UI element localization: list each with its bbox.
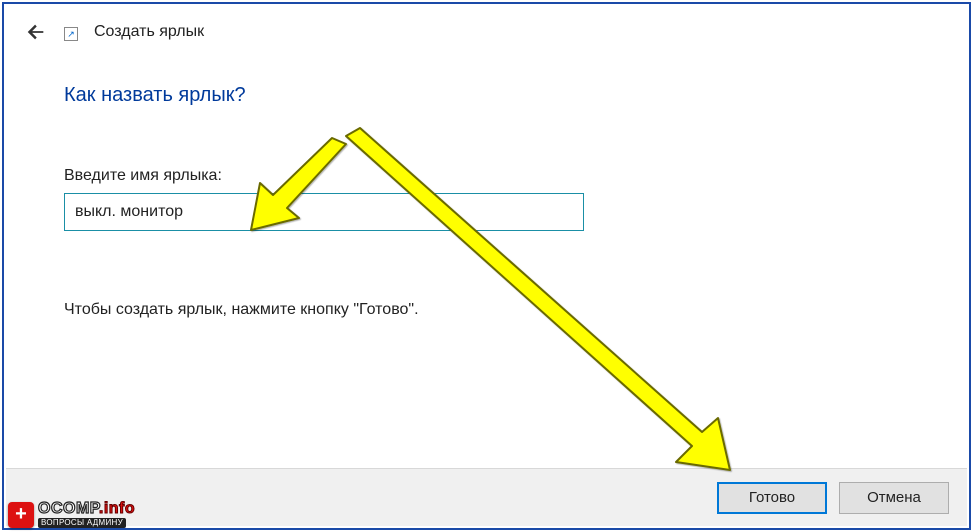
cancel-button[interactable]: Отмена xyxy=(839,482,949,514)
finish-button[interactable]: Готово xyxy=(717,482,827,514)
shortcut-overlay-icon: ↗ xyxy=(64,27,78,41)
arrow-left-icon xyxy=(25,21,47,43)
dialog-header: ↗ Создать ярлык xyxy=(4,4,969,44)
name-field-label: Введите имя ярлыка: xyxy=(64,167,909,185)
back-button[interactable] xyxy=(24,20,48,44)
dialog-footer: Готово Отмена xyxy=(6,468,967,526)
page-heading: Как назвать ярлык? xyxy=(64,84,909,107)
shortcut-name-input[interactable] xyxy=(64,193,584,231)
dialog-frame: ↗ Создать ярлык Как назвать ярлык? Введи… xyxy=(2,2,971,530)
dialog-title: Создать ярлык xyxy=(94,23,204,41)
dialog-content: Как назвать ярлык? Введите имя ярлыка: Ч… xyxy=(4,44,969,319)
finish-hint: Чтобы создать ярлык, нажмите кнопку "Гот… xyxy=(64,301,909,319)
